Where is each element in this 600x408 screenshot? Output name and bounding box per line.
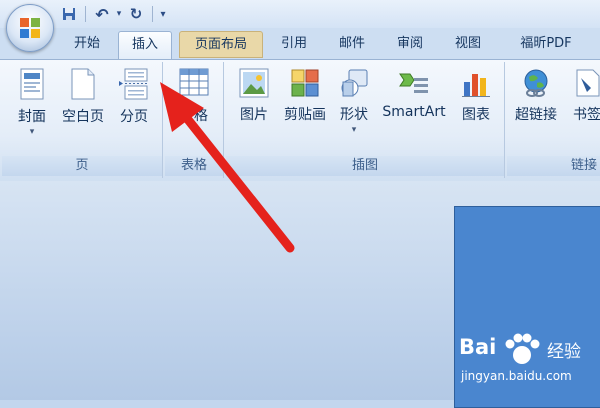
clipart-label: 剪贴画 (284, 107, 326, 123)
tables-group: 表格 ▾ 表格 (165, 62, 224, 178)
blank-page-label: 空白页 (62, 109, 104, 125)
chevron-down-icon: ▾ (29, 127, 35, 137)
tab-insert[interactable]: 插入 (118, 31, 172, 60)
tables-group-label: 表格 (165, 156, 223, 176)
picture-icon (239, 68, 269, 98)
hyperlink-icon (524, 69, 548, 97)
ribbon-tabs: 开始 插入 页面布局 引用 邮件 审阅 视图 福昕PDF (0, 28, 600, 60)
smartart-label: SmartArt (382, 104, 446, 120)
shapes-label: 形状 (340, 107, 368, 123)
tab-view[interactable]: 视图 (443, 31, 493, 57)
bookmark-label: 书签 (573, 107, 600, 123)
pages-group-label: 页 (2, 156, 162, 176)
tab-review[interactable]: 审阅 (385, 31, 435, 57)
table-label: 表格 (180, 108, 208, 124)
cover-page-icon (20, 68, 44, 100)
illustrations-group-label: 插图 (226, 156, 504, 176)
tab-references[interactable]: 引用 (270, 31, 318, 57)
tab-home[interactable]: 开始 (62, 31, 112, 57)
undo-icon[interactable]: ↶ (91, 4, 113, 24)
illustrations-group: 图片 剪贴画 形状 ▾ SmartArt 图表 插图 (226, 62, 505, 178)
redo-icon[interactable]: ↻ (125, 4, 147, 24)
baidu-jingyan-watermark: Bai 经验 jingyan.baidu.com (455, 333, 600, 395)
table-icon (179, 68, 209, 96)
table-button[interactable]: 表格 ▾ (171, 68, 217, 136)
shapes-button[interactable]: 形状 ▾ (334, 68, 374, 135)
clipart-icon (291, 69, 319, 97)
hyperlink-label: 超链接 (515, 107, 557, 123)
chart-icon (462, 74, 490, 97)
page-break-label: 分页 (120, 109, 148, 125)
undo-dropdown-icon[interactable]: ▾ (115, 4, 123, 24)
page-break-button[interactable]: 分页 (112, 68, 156, 126)
watermark-brand: Bai (459, 335, 497, 359)
blank-page-icon (71, 68, 95, 100)
hyperlink-button[interactable]: 超链接 (511, 68, 561, 124)
chevron-down-icon: ▾ (351, 125, 357, 135)
cover-page-button[interactable]: 封面 ▾ (8, 68, 56, 137)
shapes-icon (341, 69, 368, 97)
picture-label: 图片 (240, 107, 268, 123)
page-break-icon (119, 68, 148, 100)
tab-page-layout[interactable]: 页面布局 (179, 31, 263, 58)
qat-separator (152, 6, 153, 22)
cover-page-label: 封面 (18, 109, 46, 125)
smartart-button[interactable]: SmartArt (378, 68, 450, 120)
bookmark-button[interactable]: 书签 (565, 68, 600, 124)
bookmark-icon (576, 69, 600, 97)
save-icon[interactable] (58, 4, 80, 24)
pages-group: 封面 ▾ 空白页 分页 页 (2, 62, 163, 178)
tab-mailings[interactable]: 邮件 (327, 31, 377, 57)
customize-qat-icon[interactable]: ▾ (158, 4, 168, 24)
smartart-icon (399, 73, 428, 93)
links-group-label: 链接 (507, 156, 600, 176)
ribbon: 封面 ▾ 空白页 分页 页 表格 ▾ 表格 图片 剪贴画 形状 ▾ SmartA… (0, 59, 600, 183)
office-logo-icon (20, 18, 40, 38)
chart-button[interactable]: 图表 (454, 68, 498, 124)
clipart-button[interactable]: 剪贴画 (278, 68, 332, 124)
picture-button[interactable]: 图片 (232, 68, 276, 124)
paw-logo-icon (505, 333, 540, 364)
tab-foxit-pdf[interactable]: 福昕PDF (501, 31, 591, 57)
blank-page-button[interactable]: 空白页 (58, 68, 108, 126)
quick-access-toolbar: ↶ ▾ ↻ ▾ (58, 4, 186, 24)
links-group: 超链接 书签 链接 (507, 62, 600, 178)
chevron-down-icon: ▾ (191, 126, 197, 136)
qat-separator (85, 6, 86, 22)
chart-label: 图表 (462, 107, 490, 123)
watermark-jingyan: 经验 (547, 342, 581, 362)
watermark-url: jingyan.baidu.com (461, 369, 572, 383)
office-button[interactable] (6, 4, 54, 52)
